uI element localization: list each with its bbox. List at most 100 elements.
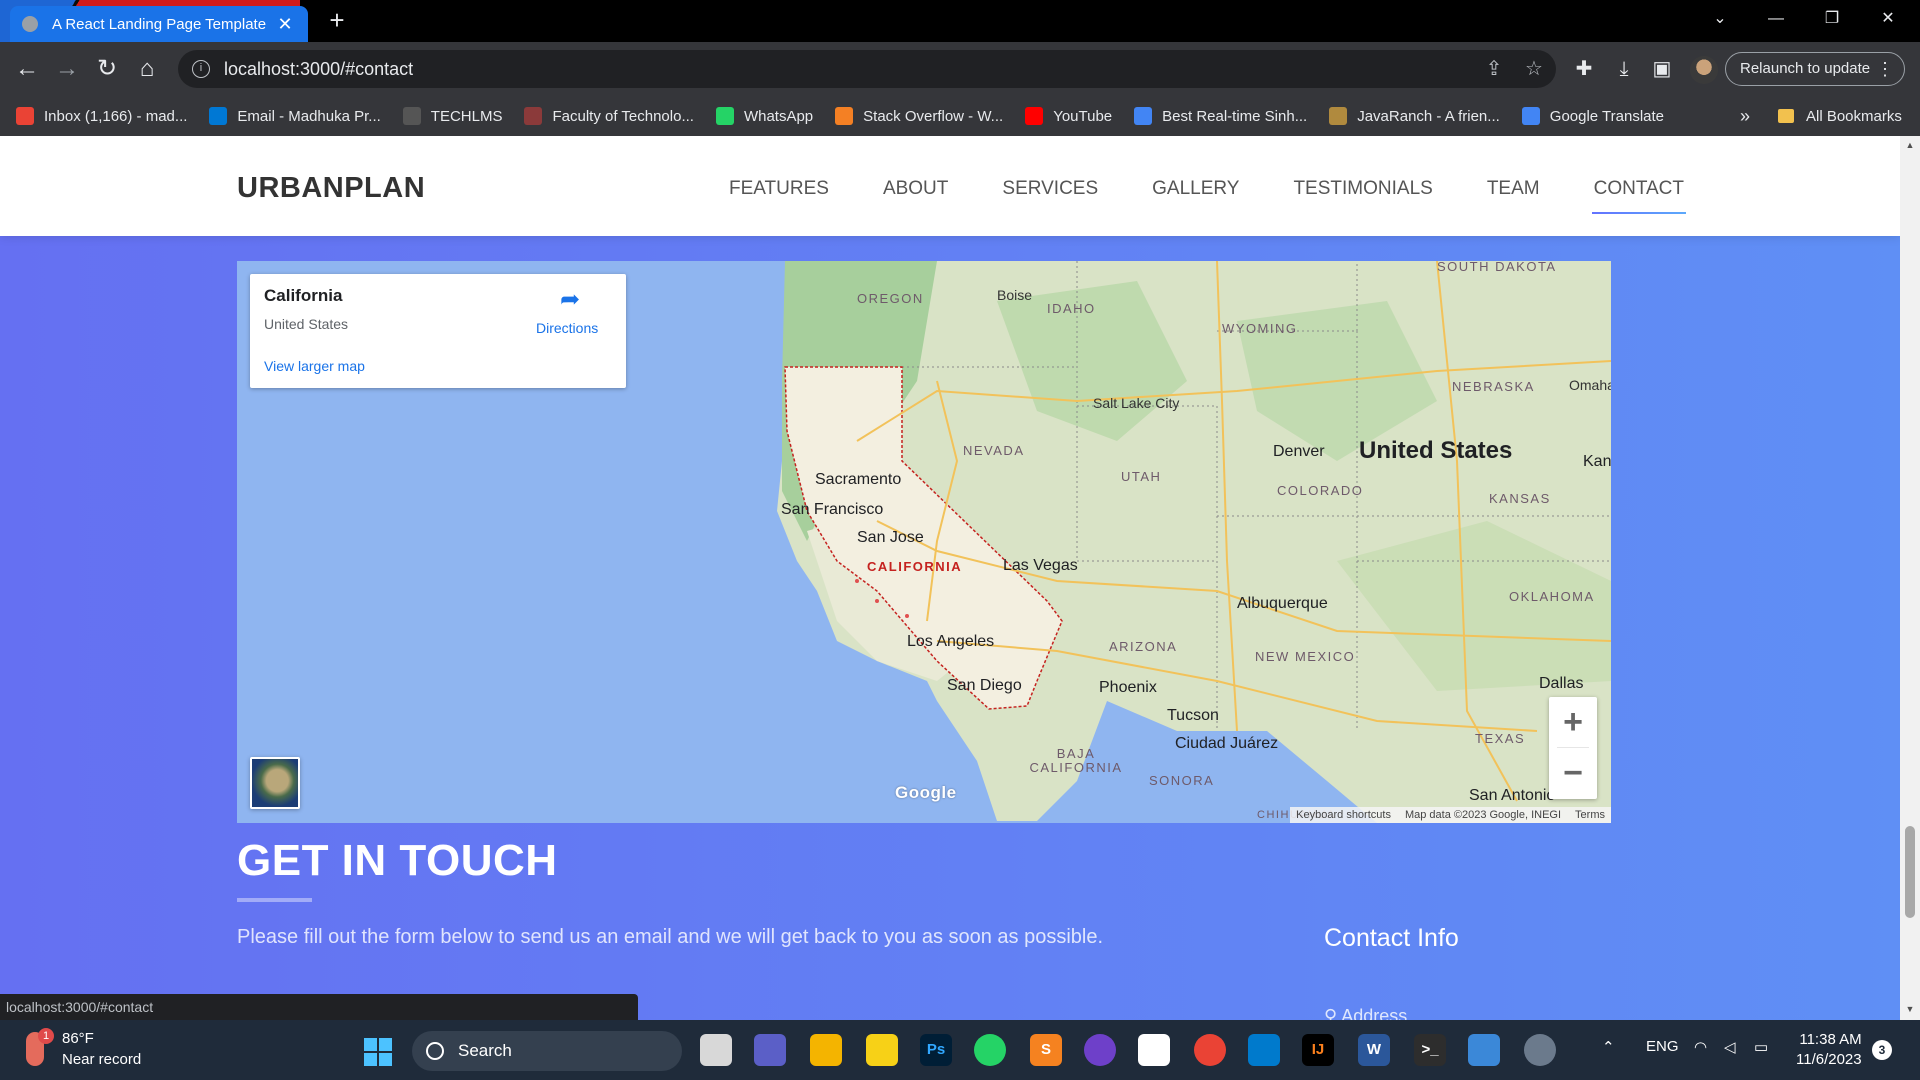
weather-temp: 86°F — [62, 1030, 94, 1047]
menu-item-gallery[interactable]: GALLERY — [1152, 178, 1239, 214]
keyboard-shortcuts-link[interactable]: Keyboard shortcuts — [1296, 807, 1391, 823]
menu-item-contact[interactable]: CONTACT — [1591, 178, 1687, 214]
bookmarks-bar: Inbox (1,166) - mad... Email - Madhuka Pr… — [0, 96, 1920, 136]
menu-dots-icon[interactable]: ⋮ — [1876, 53, 1894, 85]
zoom-out-button[interactable]: − — [1549, 748, 1597, 798]
file-explorer-icon[interactable] — [810, 1034, 842, 1066]
whatsapp-taskbar-icon[interactable] — [974, 1034, 1006, 1066]
download-icon[interactable]: ⤓ — [1606, 50, 1642, 88]
google-icon — [1134, 107, 1153, 125]
bookmark-item[interactable]: TECHLMS — [402, 107, 502, 125]
bookmark-item[interactable]: YouTube — [1025, 107, 1112, 125]
bookmark-item[interactable]: Best Real-time Sinh... — [1134, 107, 1307, 125]
bookmark-item[interactable]: WhatsApp — [715, 107, 813, 125]
google-map[interactable]: OREGON Boise IDAHO WYOMING SOUTH DAKOTA … — [237, 261, 1611, 823]
github-desktop-icon[interactable] — [1084, 1034, 1116, 1066]
relaunch-label: Relaunch to update — [1740, 60, 1871, 77]
map-attribution: Keyboard shortcuts Map data ©2023 Google… — [1290, 807, 1611, 823]
copilot-icon[interactable] — [1138, 1034, 1170, 1066]
battery-icon[interactable]: ▭ — [1754, 1038, 1768, 1056]
tab-search-icon[interactable]: ⌄ — [1692, 0, 1748, 38]
word-icon[interactable]: W — [1358, 1034, 1390, 1066]
translate-icon — [1521, 107, 1540, 125]
extensions-icon[interactable]: ✚ — [1566, 50, 1602, 88]
back-arrow-icon[interactable]: ← — [8, 50, 46, 88]
directions-link[interactable]: Directions — [536, 320, 598, 336]
sublime-icon[interactable]: S — [1030, 1034, 1062, 1066]
address-label: ⚲ Address — [1324, 1006, 1407, 1020]
wifi-icon[interactable]: ◠ — [1694, 1038, 1707, 1056]
chrome-icon[interactable] — [1194, 1034, 1226, 1066]
tab-close-icon[interactable]: ✕ — [274, 14, 296, 35]
restore-button[interactable]: ❐ — [1804, 0, 1860, 38]
forward-arrow-icon[interactable]: → — [48, 50, 86, 88]
share-icon[interactable]: ⇪ — [1476, 50, 1512, 88]
minimize-button[interactable]: — — [1748, 0, 1804, 38]
satellite-toggle[interactable] — [250, 757, 300, 809]
bookmark-item[interactable]: Stack Overflow - W... — [835, 107, 1003, 125]
map-label-san-francisco: San Francisco — [781, 501, 884, 518]
map-label-texas: TEXAS — [1475, 731, 1526, 746]
side-panel-icon[interactable]: ▣ — [1644, 50, 1680, 88]
menu-item-about[interactable]: ABOUT — [883, 178, 948, 214]
all-bookmarks-button[interactable]: All Bookmarks — [1778, 96, 1902, 136]
site-brand[interactable]: URBANPLAN — [237, 172, 425, 205]
scroll-down-icon[interactable]: ▼ — [1900, 1004, 1920, 1014]
bookmark-item[interactable]: Google Translate — [1521, 107, 1664, 125]
terms-link[interactable]: Terms — [1575, 807, 1605, 823]
bookmark-item[interactable]: Faculty of Technolo... — [524, 107, 694, 125]
home-icon[interactable]: ⌂ — [128, 50, 166, 88]
system-clock[interactable]: 11:38 AM 11/6/2023 — [1796, 1030, 1862, 1070]
thermometer-icon: 1 — [26, 1028, 54, 1066]
menu-item-features[interactable]: FEATURES — [729, 178, 829, 214]
menu-item-services[interactable]: SERVICES — [1002, 178, 1098, 214]
task-view-icon[interactable] — [700, 1034, 732, 1066]
close-window-button[interactable]: ✕ — [1860, 0, 1916, 38]
bookmark-item[interactable]: Email - Madhuka Pr... — [209, 107, 381, 125]
sticky-notes-icon[interactable] — [866, 1034, 898, 1066]
map-label-denver: Denver — [1273, 443, 1325, 460]
site-menu: FEATURES ABOUT SERVICES GALLERY TESTIMONIALS… — [729, 178, 1738, 214]
notification-badge[interactable]: 3 — [1872, 1040, 1892, 1060]
windows-taskbar: 1 86°F Near record Search Ps S IJ W >_ ⌃… — [0, 1020, 1920, 1080]
zoom-in-button[interactable]: + — [1549, 697, 1597, 747]
map-label-tucson: Tucson — [1167, 707, 1219, 724]
terminal-icon[interactable]: >_ — [1414, 1034, 1446, 1066]
scrollbar-thumb[interactable] — [1905, 826, 1915, 918]
bookmark-item[interactable]: JavaRanch - A frien... — [1329, 107, 1500, 125]
intellij-icon[interactable]: IJ — [1302, 1034, 1334, 1066]
view-larger-map-link[interactable]: View larger map — [264, 358, 365, 374]
directions-icon[interactable]: ➦ — [558, 288, 582, 312]
language-indicator[interactable]: ENG — [1646, 1038, 1679, 1055]
photoshop-icon[interactable]: Ps — [920, 1034, 952, 1066]
profile-avatar[interactable] — [1690, 56, 1718, 84]
photos-icon[interactable] — [1468, 1034, 1500, 1066]
volume-icon[interactable]: ◁ — [1724, 1038, 1736, 1056]
bookmark-label: Best Real-time Sinh... — [1162, 107, 1308, 125]
relaunch-button[interactable]: Relaunch to update ⋮ — [1725, 52, 1905, 86]
menu-item-testimonials[interactable]: TESTIMONIALS — [1293, 178, 1432, 214]
settings-icon[interactable] — [1524, 1034, 1556, 1066]
taskbar-search[interactable]: Search — [412, 1031, 682, 1071]
bookmark-star-icon[interactable]: ☆ — [1516, 50, 1552, 88]
map-label-salt-lake-city: Salt Lake City — [1093, 395, 1180, 411]
scroll-up-icon[interactable]: ▲ — [1900, 140, 1920, 150]
new-tab-button[interactable]: + — [322, 6, 352, 36]
map-label-dallas: Dallas — [1539, 675, 1584, 692]
browser-tab[interactable]: A React Landing Page Template ✕ — [10, 6, 308, 42]
bookmark-item[interactable]: Inbox (1,166) - mad... — [16, 107, 187, 125]
more-bookmarks-icon[interactable]: » — [1740, 96, 1750, 136]
page-scrollbar[interactable]: ▲ ▼ — [1900, 136, 1920, 1020]
start-button[interactable] — [364, 1038, 392, 1066]
clock-date: 11/6/2023 — [1796, 1051, 1862, 1068]
weather-widget[interactable]: 1 86°F Near record — [26, 1028, 141, 1068]
javaranch-icon — [1329, 107, 1348, 125]
address-bar[interactable]: i localhost:3000/#contact — [178, 50, 1556, 88]
map-label-kan: Kan — [1583, 453, 1611, 470]
vscode-icon[interactable] — [1248, 1034, 1280, 1066]
menu-item-team[interactable]: TEAM — [1487, 178, 1540, 214]
teams-icon[interactable] — [754, 1034, 786, 1066]
reload-icon[interactable]: ↻ — [88, 50, 126, 88]
tray-chevron-icon[interactable]: ⌃ — [1602, 1038, 1615, 1056]
site-info-icon[interactable]: i — [192, 60, 210, 78]
